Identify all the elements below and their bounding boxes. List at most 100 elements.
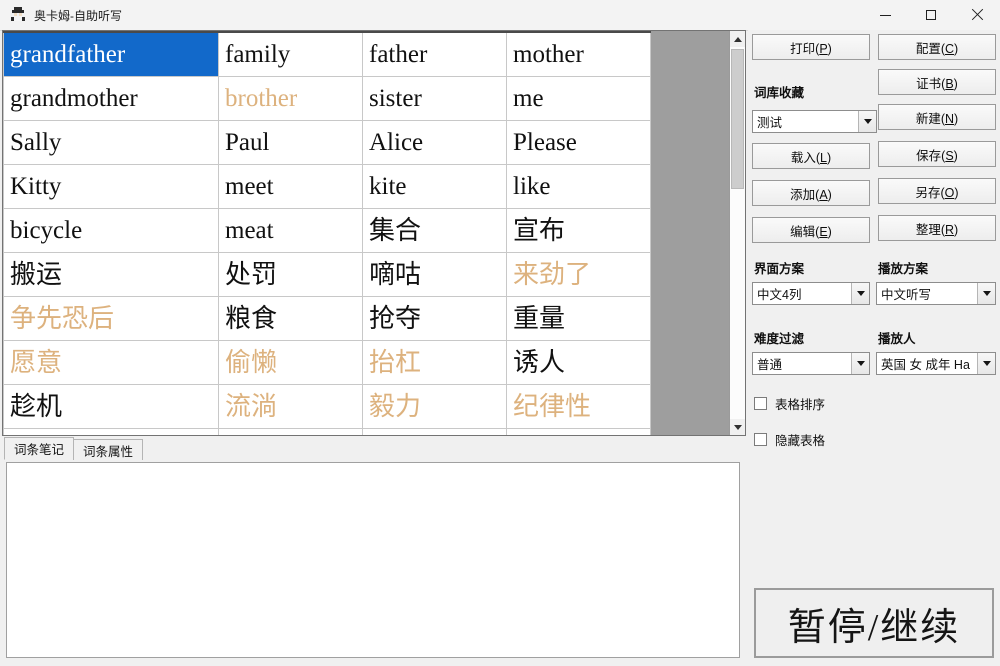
grid-cell[interactable]: Please	[507, 121, 651, 165]
grid-cell[interactable]: 诱人	[507, 341, 651, 385]
table-row[interactable]: Kittymeetkitelike	[4, 165, 651, 209]
pause-resume-button[interactable]: 暂停/继续	[754, 588, 994, 658]
app-mascot-icon	[10, 7, 26, 23]
checkbox-hide-table-box[interactable]	[754, 433, 767, 446]
checkbox-table-sort[interactable]: 表格排序	[754, 394, 825, 413]
grid-cell[interactable]: Paul	[219, 121, 363, 165]
ui-scheme-combo[interactable]: 中文4列	[752, 282, 870, 305]
speaker-label: 播放人	[878, 328, 916, 347]
load-button-label: 载入(L)	[791, 147, 831, 166]
grid-cell[interactable]: me	[507, 77, 651, 121]
grid-cell[interactable]	[219, 429, 363, 437]
chevron-down-icon[interactable]	[977, 283, 995, 304]
grid-cell[interactable]: 毅力	[363, 385, 507, 429]
checkbox-table-sort-box[interactable]	[754, 397, 767, 410]
grid-cell[interactable]: family	[219, 32, 363, 77]
grid-cell[interactable]: like	[507, 165, 651, 209]
grid-cell[interactable]: grandmother	[4, 77, 219, 121]
grid-cell[interactable]: 抬杠	[363, 341, 507, 385]
grid-cell[interactable]: kite	[363, 165, 507, 209]
grid-cell[interactable]	[507, 429, 651, 437]
save-button[interactable]: 保存(S)	[878, 141, 996, 167]
grid-cell[interactable]	[363, 429, 507, 437]
grid-cell[interactable]: 集合	[363, 209, 507, 253]
play-scheme-combo[interactable]: 中文听写	[876, 282, 996, 305]
grid-cell[interactable]: sister	[363, 77, 507, 121]
new-button[interactable]: 新建(N)	[878, 104, 996, 130]
right-control-panel: 打印(P) 配置(C) 词库收藏 测试 证书(B) 新建(N) 载入(L) 保存…	[748, 30, 1000, 666]
grid-cell[interactable]: Sally	[4, 121, 219, 165]
grid-cell[interactable]: 处罚	[219, 253, 363, 297]
table-row[interactable]: grandfatherfamilyfathermother	[4, 32, 651, 77]
organize-button-label: 整理(R)	[916, 219, 958, 238]
chevron-down-icon[interactable]	[858, 111, 876, 132]
window-controls	[862, 0, 1000, 30]
speaker-combo[interactable]: 英国 女 成年 Ha	[876, 352, 996, 375]
maximize-button[interactable]	[908, 0, 954, 30]
ui-scheme-label: 界面方案	[754, 258, 804, 277]
grid-cell[interactable]: 争先恐后	[4, 297, 219, 341]
table-row[interactable]: 搬运处罚嘀咕来劲了	[4, 253, 651, 297]
grid-cell[interactable]: 流淌	[219, 385, 363, 429]
grid-cell[interactable]: Kitty	[4, 165, 219, 209]
grid-cell[interactable]: 粮食	[219, 297, 363, 341]
table-row[interactable]: bicyclemeat集合宣布	[4, 209, 651, 253]
grid-cell[interactable]: 趁机	[4, 385, 219, 429]
word-grid-table[interactable]: grandfatherfamilyfathermothergrandmother…	[3, 31, 651, 436]
tab-entry-properties[interactable]: 词条属性	[73, 439, 143, 460]
save-as-button[interactable]: 另存(O)	[878, 178, 996, 204]
grid-cell[interactable]: 嘀咕	[363, 253, 507, 297]
grid-cell[interactable]: 抢夺	[363, 297, 507, 341]
grid-cell[interactable]: brother	[219, 77, 363, 121]
grid-cell[interactable]: 宣布	[507, 209, 651, 253]
chevron-down-icon[interactable]	[977, 353, 995, 374]
scroll-up-button[interactable]	[730, 31, 745, 47]
grid-cell[interactable]: meet	[219, 165, 363, 209]
lexicon-combo[interactable]: 测试	[752, 110, 877, 133]
grid-cell[interactable]: 搬运	[4, 253, 219, 297]
notes-textarea[interactable]	[6, 462, 740, 658]
grid-cell[interactable]	[4, 429, 219, 437]
table-row[interactable]: 争先恐后粮食抢夺重量	[4, 297, 651, 341]
grid-cell[interactable]: bicycle	[4, 209, 219, 253]
table-row[interactable]: 趁机流淌毅力纪律性	[4, 385, 651, 429]
close-button[interactable]	[954, 0, 1000, 30]
chevron-down-icon[interactable]	[851, 353, 869, 374]
grid-cell[interactable]: 愿意	[4, 341, 219, 385]
grid-cell[interactable]: grandfather	[4, 32, 219, 77]
config-button[interactable]: 配置(C)	[878, 34, 996, 60]
print-button[interactable]: 打印(P)	[752, 34, 870, 60]
edit-button[interactable]: 编辑(E)	[752, 217, 870, 243]
chevron-down-icon[interactable]	[851, 283, 869, 304]
grid-cell[interactable]: 偷懒	[219, 341, 363, 385]
table-row[interactable]: grandmotherbrothersisterme	[4, 77, 651, 121]
difficulty-combo[interactable]: 普通	[752, 352, 870, 375]
organize-button[interactable]: 整理(R)	[878, 215, 996, 241]
word-grid[interactable]: grandfatherfamilyfathermothergrandmother…	[2, 30, 746, 436]
tab-entry-notes[interactable]: 词条笔记	[4, 437, 74, 460]
grid-cell[interactable]: father	[363, 32, 507, 77]
grid-cell[interactable]: Alice	[363, 121, 507, 165]
add-button[interactable]: 添加(A)	[752, 180, 870, 206]
minimize-button[interactable]	[862, 0, 908, 30]
grid-vertical-scrollbar[interactable]	[729, 31, 745, 435]
grid-cell[interactable]: mother	[507, 32, 651, 77]
grid-cell[interactable]: 纪律性	[507, 385, 651, 429]
certificate-button[interactable]: 证书(B)	[878, 69, 996, 95]
edit-button-label: 编辑(E)	[790, 221, 832, 240]
scroll-down-button[interactable]	[730, 419, 745, 435]
checkbox-hide-table[interactable]: 隐藏表格	[754, 430, 825, 449]
save-as-button-label: 另存(O)	[915, 182, 958, 201]
load-button[interactable]: 载入(L)	[752, 143, 870, 169]
scrollbar-thumb[interactable]	[731, 49, 744, 189]
ui-scheme-combo-value: 中文4列	[757, 284, 851, 303]
grid-cell[interactable]: meat	[219, 209, 363, 253]
tab-entry-notes-label: 词条笔记	[14, 439, 64, 458]
notes-tab-strip[interactable]: 词条笔记 词条属性	[4, 438, 142, 460]
grid-cell[interactable]: 重量	[507, 297, 651, 341]
table-row[interactable]	[4, 429, 651, 437]
scroll-down-icon	[734, 425, 742, 430]
table-row[interactable]: SallyPaulAlicePlease	[4, 121, 651, 165]
table-row[interactable]: 愿意偷懒抬杠诱人	[4, 341, 651, 385]
grid-cell[interactable]: 来劲了	[507, 253, 651, 297]
